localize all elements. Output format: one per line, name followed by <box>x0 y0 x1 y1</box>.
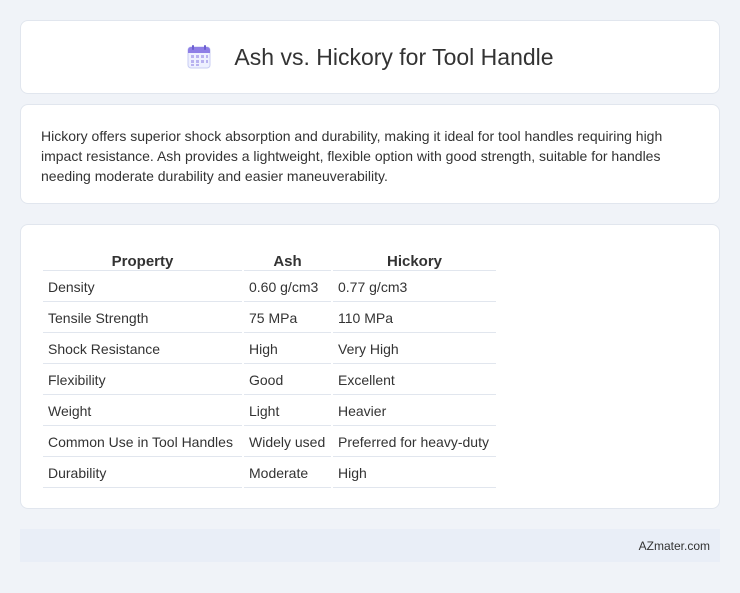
table-cell-property: Shock Resistance <box>43 335 242 364</box>
calendar-icon <box>187 45 211 69</box>
table-cell-hickory: Excellent <box>333 366 496 395</box>
title-wrap: Ash vs. Hickory for Tool Handle <box>186 43 554 71</box>
table-cell-ash: 75 MPa <box>244 304 331 333</box>
comparison-table: Property Ash Hickory Density 0.60 g/cm3 0.… <box>41 247 498 490</box>
table-cell-ash: High <box>244 335 331 364</box>
comparison-card: Property Ash Hickory Density 0.60 g/cm3 0.… <box>20 224 720 509</box>
table-cell-hickory: Very High <box>333 335 496 364</box>
table-row-flexibility: Flexibility Good Excellent <box>43 366 496 395</box>
table-row-weight: Weight Light Heavier <box>43 397 496 426</box>
table-cell-ash: Light <box>244 397 331 426</box>
table-cell-property: Durability <box>43 459 242 488</box>
table-cell-hickory: High <box>333 459 496 488</box>
table-row-shock-resistance: Shock Resistance High Very High <box>43 335 496 364</box>
table-row-tensile-strength: Tensile Strength 75 MPa 110 MPa <box>43 304 496 333</box>
table-row-density: Density 0.60 g/cm3 0.77 g/cm3 <box>43 273 496 302</box>
table-cell-property: Weight <box>43 397 242 426</box>
table-header-row: Property Ash Hickory <box>43 249 496 271</box>
table-cell-hickory: Preferred for heavy-duty <box>333 428 496 457</box>
table-cell-property: Common Use in Tool Handles <box>43 428 242 457</box>
table-cell-property: Tensile Strength <box>43 304 242 333</box>
table-row-common-use: Common Use in Tool Handles Widely used Pre… <box>43 428 496 457</box>
table-cell-ash: Widely used <box>244 428 331 457</box>
table-cell-hickory: 110 MPa <box>333 304 496 333</box>
column-header-hickory: Hickory <box>333 249 496 271</box>
table-cell-hickory: 0.77 g/cm3 <box>333 273 496 302</box>
footer: AZmater.com <box>20 529 720 562</box>
table-cell-hickory: Heavier <box>333 397 496 426</box>
title-card: Ash vs. Hickory for Tool Handle <box>20 20 720 94</box>
table-cell-property: Density <box>43 273 242 302</box>
page-title: Ash vs. Hickory for Tool Handle <box>234 43 554 70</box>
table-cell-property: Flexibility <box>43 366 242 395</box>
column-header-ash: Ash <box>244 249 331 271</box>
table-cell-ash: 0.60 g/cm3 <box>244 273 331 302</box>
footer-brand: AZmater.com <box>638 538 710 553</box>
table-row-durability: Durability Moderate High <box>43 459 496 488</box>
summary-card: Hickory offers superior shock absorption… <box>20 104 720 204</box>
summary-text: Hickory offers superior shock absorption… <box>41 128 663 184</box>
table-cell-ash: Good <box>244 366 331 395</box>
table-cell-ash: Moderate <box>244 459 331 488</box>
column-header-property: Property <box>43 249 242 271</box>
